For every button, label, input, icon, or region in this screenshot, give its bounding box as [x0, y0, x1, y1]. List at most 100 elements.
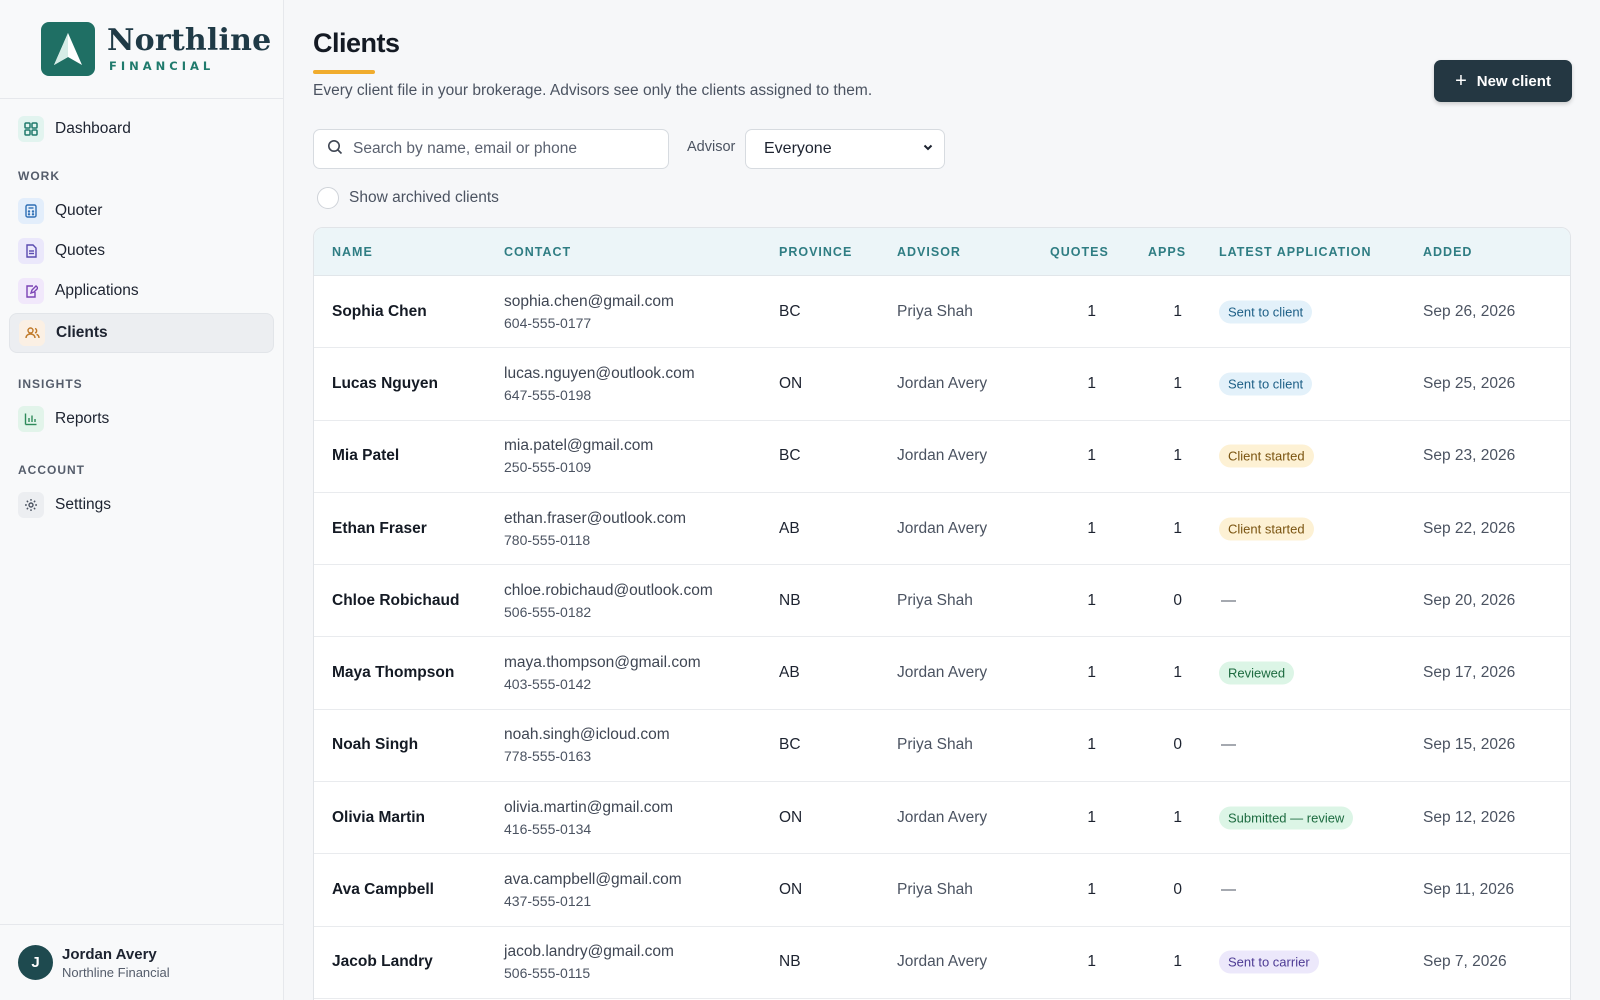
sidebar-item-label: Applications — [55, 282, 139, 299]
sidebar-item-label: Clients — [56, 324, 108, 341]
client-advisor: Jordan Avery — [897, 374, 988, 392]
edit-document-icon — [18, 278, 44, 304]
client-province: AB — [779, 664, 800, 682]
status-badge: Reviewed — [1219, 661, 1295, 685]
new-client-label: New client — [1476, 72, 1551, 90]
sidebar-item-dashboard[interactable]: Dashboard — [9, 109, 274, 149]
table-row[interactable]: Sophia Chen sophia.chen@gmail.com 604-555-… — [314, 276, 1570, 349]
status-empty: — — [1221, 736, 1236, 754]
client-email: lucas.nguyen@outlook.com — [504, 364, 695, 382]
client-name[interactable]: Lucas Nguyen — [332, 375, 438, 393]
table-row[interactable]: Lucas Nguyen lucas.nguyen@outlook.com 647-… — [314, 348, 1570, 421]
advisor-select[interactable]: Everyone — [745, 129, 945, 169]
column-header-quotes[interactable]: QUOTES — [1050, 245, 1109, 259]
column-header-advisor[interactable]: ADVISOR — [897, 245, 961, 259]
table-row[interactable]: Maya Thompson maya.thompson@gmail.com 403-… — [314, 637, 1570, 710]
client-advisor: Jordan Avery — [897, 519, 988, 537]
client-advisor: Jordan Avery — [897, 953, 988, 971]
client-name[interactable]: Olivia Martin — [332, 809, 425, 827]
client-added-date: Sep 20, 2026 — [1423, 591, 1516, 609]
status-badge: Client started — [1219, 444, 1314, 468]
latest-application-status: — — [1219, 592, 1236, 610]
client-province: BC — [779, 736, 801, 754]
client-advisor: Jordan Avery — [897, 664, 988, 682]
client-added-date: Sep 7, 2026 — [1423, 953, 1507, 971]
client-name[interactable]: Ethan Fraser — [332, 520, 427, 538]
client-contact: ava.campbell@gmail.com 437-555-0121 — [504, 871, 682, 909]
client-apps-count: 1 — [1173, 664, 1182, 682]
client-apps-count: 0 — [1173, 881, 1182, 899]
sidebar-item-applications[interactable]: Applications — [9, 271, 274, 311]
client-name[interactable]: Chloe Robichaud — [332, 592, 459, 610]
client-name[interactable]: Noah Singh — [332, 736, 418, 754]
sidebar-item-label: Reports — [55, 410, 110, 427]
client-name[interactable]: Mia Patel — [332, 447, 399, 465]
page-title: Clients — [313, 28, 400, 58]
bar-chart-icon — [18, 406, 44, 432]
client-apps-count: 1 — [1173, 374, 1182, 392]
client-advisor: Priya Shah — [897, 591, 973, 609]
plus-icon: + — [1455, 70, 1467, 92]
status-badge: Sent to client — [1219, 300, 1313, 324]
search-box — [313, 129, 669, 169]
client-advisor: Priya Shah — [897, 881, 973, 899]
client-advisor: Jordan Avery — [897, 808, 988, 826]
search-icon — [327, 139, 343, 160]
table-row[interactable]: Ava Campbell ava.campbell@gmail.com 437-55… — [314, 854, 1570, 927]
client-added-date: Sep 12, 2026 — [1423, 808, 1516, 826]
table-row[interactable]: Chloe Robichaud chloe.robichaud@outlook.c… — [314, 565, 1570, 638]
column-header-name[interactable]: NAME — [332, 245, 373, 259]
section-work: WORK — [18, 169, 60, 183]
table-row[interactable]: Ethan Fraser ethan.fraser@outlook.com 780-… — [314, 492, 1570, 566]
brand: Northline FINANCIAL — [0, 0, 283, 99]
client-quotes-count: 1 — [1087, 447, 1096, 465]
advisor-select-value: Everyone — [764, 140, 832, 157]
column-header-latest-application[interactable]: LATEST APPLICATION — [1219, 245, 1372, 259]
client-added-date: Sep 17, 2026 — [1423, 664, 1516, 682]
show-archived-toggle[interactable]: Show archived clients — [317, 187, 499, 209]
latest-application-status: — — [1219, 736, 1236, 754]
column-header-contact[interactable]: CONTACT — [504, 245, 571, 259]
client-name[interactable]: Sophia Chen — [332, 303, 427, 321]
table-row[interactable]: Olivia Martin olivia.martin@gmail.com 416-… — [314, 782, 1570, 855]
sidebar-item-label: Settings — [55, 496, 112, 513]
sidebar-item-quoter[interactable]: Quoter — [9, 191, 274, 231]
table-row[interactable]: Noah Singh noah.singh@icloud.com 778-555-0… — [314, 709, 1570, 783]
grid-icon — [18, 116, 44, 142]
client-contact: chloe.robichaud@outlook.com 506-555-0182 — [504, 582, 713, 620]
table-row[interactable]: Mia Patel mia.patel@gmail.com 250-555-0109… — [314, 420, 1570, 493]
client-name[interactable]: Ava Campbell — [332, 881, 434, 899]
archived-checkbox[interactable] — [317, 187, 339, 209]
client-contact: olivia.martin@gmail.com 416-555-0134 — [504, 799, 673, 837]
column-header-added[interactable]: ADDED — [1423, 245, 1472, 259]
user-profile[interactable]: J Jordan Avery Northline Financial — [0, 924, 283, 1000]
client-apps-count: 1 — [1173, 953, 1182, 971]
client-quotes-count: 1 — [1087, 664, 1096, 682]
client-quotes-count: 1 — [1087, 881, 1096, 899]
sidebar-item-quotes[interactable]: Quotes — [9, 231, 274, 271]
client-email: sophia.chen@gmail.com — [504, 292, 674, 310]
table-row[interactable]: Jacob Landry jacob.landry@gmail.com 506-55… — [314, 926, 1570, 999]
client-name[interactable]: Maya Thompson — [332, 664, 454, 682]
sidebar-item-settings[interactable]: Settings — [9, 485, 274, 525]
user-name: Jordan Avery — [62, 945, 157, 963]
client-advisor: Priya Shah — [897, 736, 973, 754]
user-org: Northline Financial — [62, 964, 170, 980]
sidebar-nav: Dashboard WORK Quoter Quotes Application… — [0, 99, 283, 525]
client-apps-count: 1 — [1173, 808, 1182, 826]
column-header-province[interactable]: PROVINCE — [779, 245, 852, 259]
sidebar-item-clients[interactable]: Clients — [9, 313, 274, 353]
archived-label: Show archived clients — [349, 189, 499, 206]
search-input[interactable] — [353, 140, 653, 158]
client-name[interactable]: Jacob Landry — [332, 953, 433, 971]
client-phone: 506-555-0115 — [504, 965, 591, 982]
column-header-apps[interactable]: APPS — [1148, 245, 1186, 259]
northline-logo-icon — [41, 22, 95, 76]
client-apps-count: 1 — [1173, 447, 1182, 465]
users-icon — [19, 320, 45, 346]
status-empty: — — [1221, 881, 1236, 899]
client-email: mia.patel@gmail.com — [504, 437, 654, 455]
new-client-button[interactable]: + New client — [1434, 60, 1572, 102]
sidebar-item-reports[interactable]: Reports — [9, 399, 274, 439]
client-quotes-count: 1 — [1087, 591, 1096, 609]
